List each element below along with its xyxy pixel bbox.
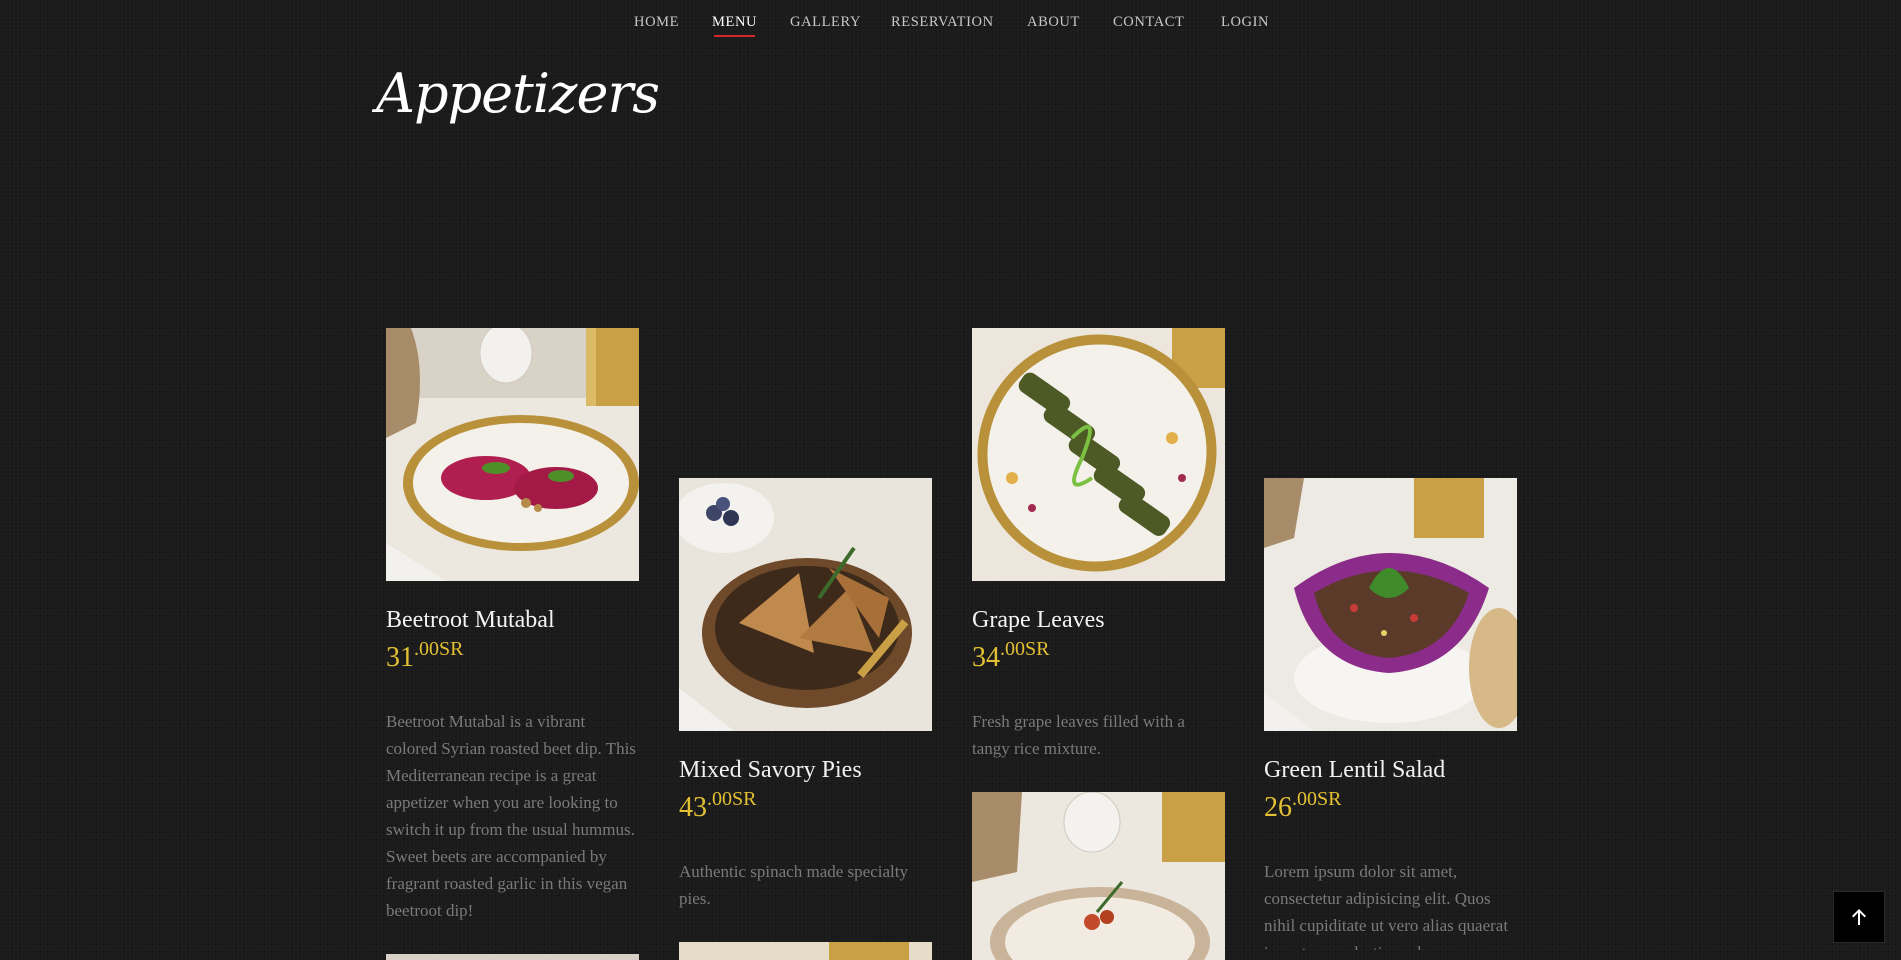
price-decimal: .00SR bbox=[707, 788, 757, 810]
nav-menu-label: MENU bbox=[712, 14, 758, 30]
dish-description: Authentic spinach made specialty pies. bbox=[679, 862, 908, 908]
dish-price: 34.00SR bbox=[972, 638, 1049, 674]
dish-image-green-lentil-salad[interactable] bbox=[1264, 478, 1517, 731]
dish-name: Green Lentil Salad bbox=[1264, 757, 1446, 783]
dish-image-grape-leaves[interactable] bbox=[972, 328, 1225, 581]
nav-menu[interactable]: MENU bbox=[712, 14, 758, 37]
nav-reservation[interactable]: RESERVATION bbox=[891, 14, 994, 31]
dish-price: 43.00SR bbox=[679, 788, 756, 824]
section-title: Appetizers bbox=[376, 62, 660, 125]
price-integer: 26 bbox=[1264, 792, 1292, 823]
price-decimal: .00SR bbox=[1292, 788, 1342, 810]
dish-description: Fresh grape leaves filled with a tangy r… bbox=[972, 712, 1185, 758]
nav-about[interactable]: ABOUT bbox=[1027, 14, 1080, 31]
price-integer: 43 bbox=[679, 792, 707, 823]
price-integer: 34 bbox=[972, 642, 1000, 673]
dish-price: 31.00SR bbox=[386, 638, 463, 674]
nav-contact[interactable]: CONTACT bbox=[1113, 14, 1185, 31]
dish-name: Beetroot Mutabal bbox=[386, 607, 555, 633]
dish-image-next-row[interactable] bbox=[679, 942, 932, 960]
dish-image-next-row[interactable] bbox=[386, 954, 639, 960]
back-to-top-button[interactable] bbox=[1833, 891, 1885, 943]
arrow-up-icon bbox=[1852, 909, 1866, 925]
dish-price: 26.00SR bbox=[1264, 788, 1341, 824]
dish-description: Beetroot Mutabal is a vibrant colored Sy… bbox=[386, 712, 636, 920]
dish-name: Grape Leaves bbox=[972, 607, 1105, 633]
nav-home[interactable]: HOME bbox=[634, 14, 679, 31]
nav-gallery[interactable]: GALLERY bbox=[790, 14, 861, 31]
dish-description: Lorem ipsum dolor sit amet, consectetur … bbox=[1264, 862, 1509, 950]
price-integer: 31 bbox=[386, 642, 414, 673]
dish-image-beetroot-mutabal[interactable] bbox=[386, 328, 639, 581]
main-nav: HOME MENU GALLERY RESERVATION ABOUT CONT… bbox=[0, 14, 1901, 44]
price-decimal: .00SR bbox=[414, 638, 464, 660]
price-decimal: .00SR bbox=[1000, 638, 1050, 660]
dish-image-next-row[interactable] bbox=[972, 792, 1225, 960]
active-nav-indicator bbox=[714, 35, 756, 37]
nav-login[interactable]: LOGIN bbox=[1221, 14, 1269, 31]
dish-image-mixed-savory-pies[interactable] bbox=[679, 478, 932, 731]
dish-name: Mixed Savory Pies bbox=[679, 757, 862, 783]
